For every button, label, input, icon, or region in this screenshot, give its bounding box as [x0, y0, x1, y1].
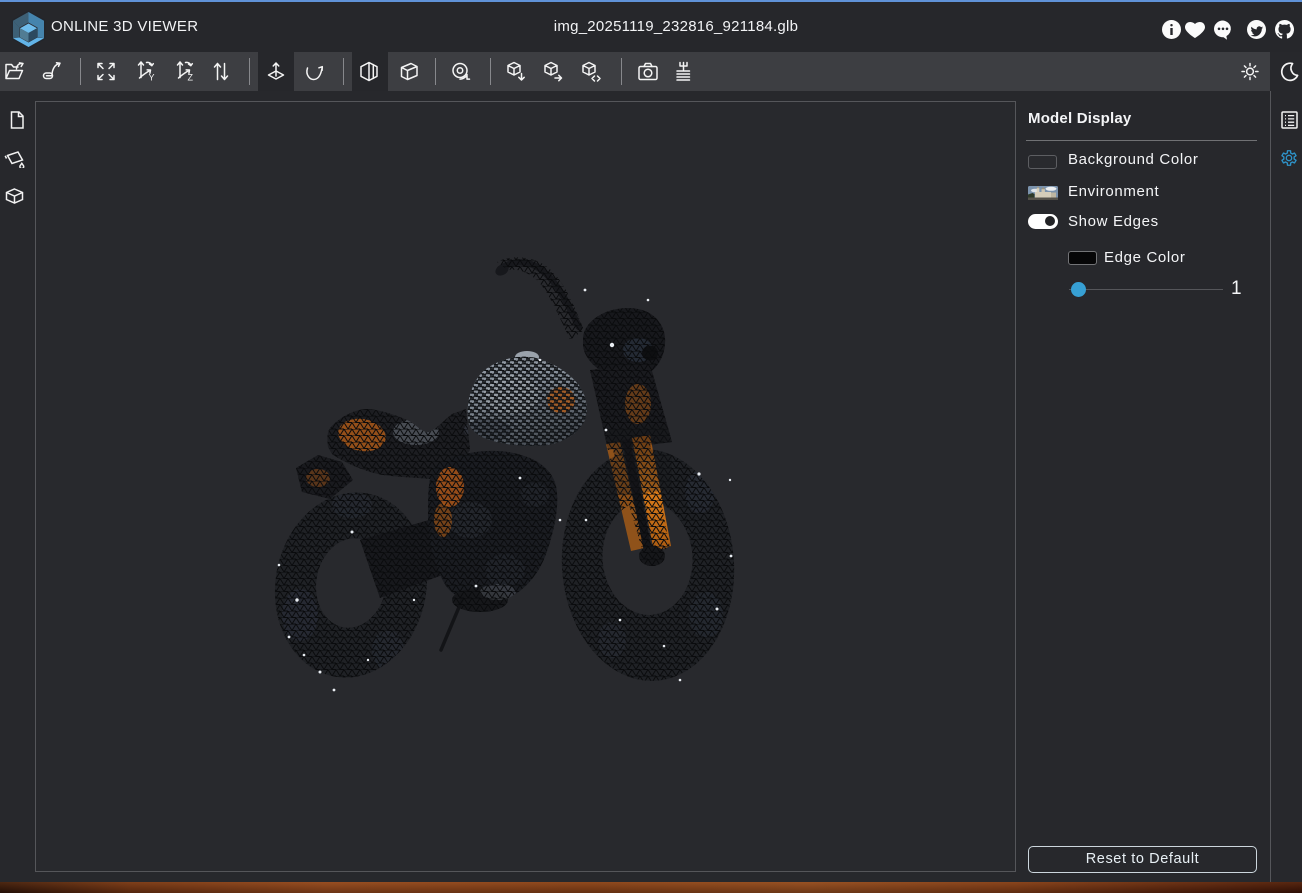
svg-text:Y: Y — [149, 73, 155, 83]
svg-text:Z: Z — [188, 73, 194, 83]
